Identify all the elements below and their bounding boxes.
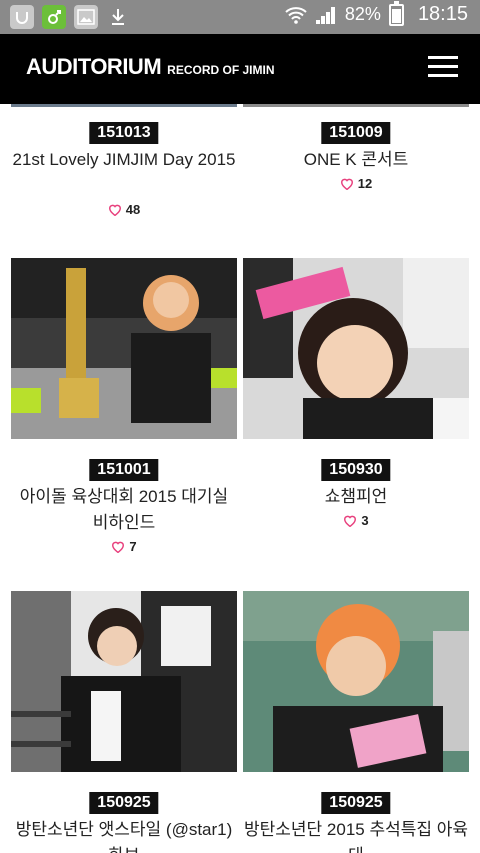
card-title[interactable]: 방탄소년단 2015 추석특집 아육대 bbox=[243, 817, 469, 853]
brand-title: AUDITORIUM bbox=[26, 54, 162, 79]
like-count-value: 3 bbox=[361, 513, 369, 528]
wifi-icon bbox=[285, 6, 307, 24]
card-title[interactable]: 아이돌 육상대회 2015 대기실 비하인드 bbox=[11, 484, 237, 536]
date-badge: 150925 bbox=[89, 792, 159, 814]
signal-icon bbox=[315, 6, 335, 24]
heart-icon[interactable] bbox=[343, 514, 357, 527]
photo-edge bbox=[243, 104, 469, 107]
brand-subtitle: RECORD OF JIMIN bbox=[167, 63, 275, 77]
app-notification-icon bbox=[10, 5, 34, 29]
date-badge: 151013 bbox=[89, 122, 159, 144]
date-badge: 150925 bbox=[321, 792, 391, 814]
heart-icon[interactable] bbox=[108, 203, 122, 216]
app-header: AUDITORIUM RECORD OF JIMIN bbox=[0, 34, 480, 104]
card-photo[interactable] bbox=[11, 258, 237, 439]
like-count-value: 12 bbox=[357, 176, 373, 191]
card-photo[interactable] bbox=[243, 258, 469, 439]
clock: 18:15 bbox=[417, 3, 468, 25]
app-notification-icon-2 bbox=[42, 5, 66, 29]
card-title[interactable]: 쇼챔피언 bbox=[243, 484, 469, 510]
heart-icon[interactable] bbox=[111, 540, 125, 553]
like-count[interactable]: 12 bbox=[243, 176, 469, 191]
download-icon bbox=[106, 5, 130, 29]
card-photo[interactable] bbox=[243, 591, 469, 772]
gallery-icon bbox=[74, 5, 98, 29]
like-count-value: 48 bbox=[125, 202, 141, 217]
heart-icon[interactable] bbox=[340, 177, 354, 190]
card-title[interactable]: ONE K 콘서트 bbox=[243, 147, 469, 173]
date-badge: 151009 bbox=[321, 122, 391, 144]
like-count[interactable]: 48 bbox=[11, 202, 237, 217]
status-bar: 82% 18:15 bbox=[0, 0, 480, 34]
hamburger-menu-button[interactable] bbox=[428, 56, 458, 78]
brand-logo[interactable]: AUDITORIUM RECORD OF JIMIN bbox=[26, 54, 275, 80]
card-title[interactable]: 21st Lovely JIMJIM Day 2015 bbox=[11, 147, 237, 173]
card-title[interactable]: 방탄소년단 앳스타일 (@star1) 화보 bbox=[11, 817, 237, 853]
menu-icon bbox=[428, 56, 458, 59]
date-badge: 150930 bbox=[321, 459, 391, 481]
battery-percent: 82% bbox=[344, 4, 381, 24]
like-count[interactable]: 7 bbox=[11, 539, 237, 554]
gallery-feed[interactable]: 151013 21st Lovely JIMJIM Day 2015 48 15… bbox=[0, 104, 480, 853]
photo-edge bbox=[11, 104, 237, 107]
like-count[interactable]: 3 bbox=[243, 513, 469, 528]
like-count-value: 7 bbox=[129, 539, 137, 554]
date-badge: 151001 bbox=[89, 459, 159, 481]
battery-icon bbox=[388, 0, 404, 26]
card-photo[interactable] bbox=[11, 591, 237, 772]
